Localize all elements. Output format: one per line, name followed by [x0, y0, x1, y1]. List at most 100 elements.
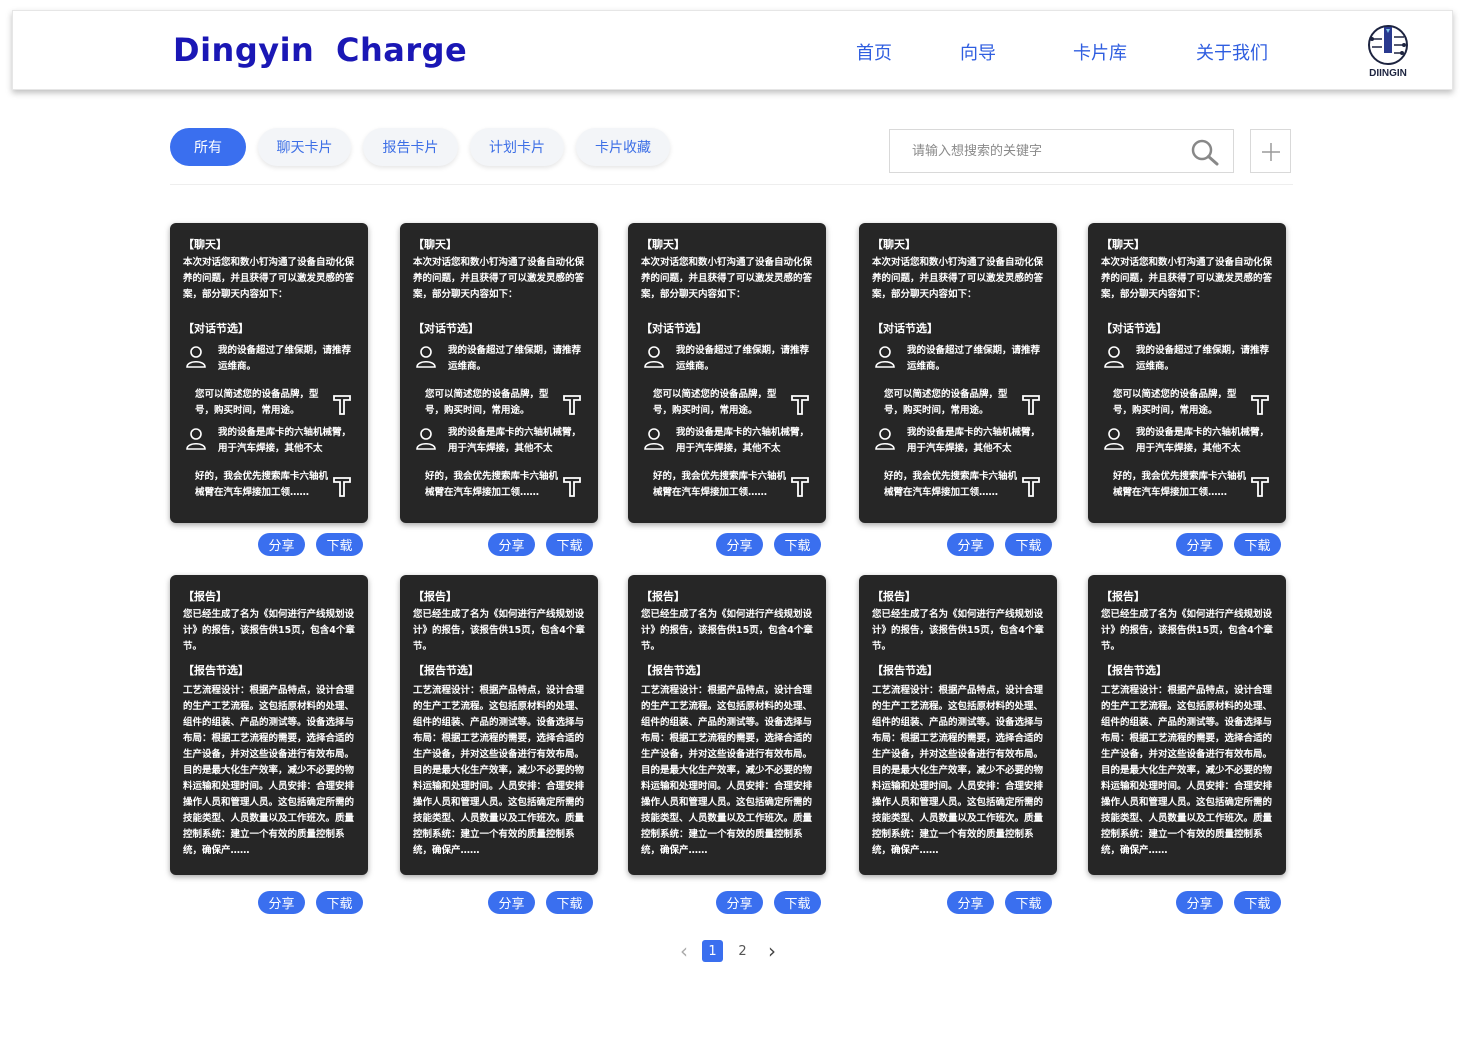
card-intro: 本次对话您和数小钉沟通了设备自动化保养的问题，并且获得了可以激发灵感的答案，部分…	[183, 257, 355, 300]
message-text: 我的设备是库卡的六轴机械臂，用于汽车焊接，其他不太	[676, 427, 810, 454]
card-intro: 本次对话您和数小钉沟通了设备自动化保养的问题，并且获得了可以激发灵感的答案，部分…	[413, 257, 585, 300]
card-section-title: 【报告节选】	[183, 664, 249, 677]
report-card-download-button[interactable]: 下载	[546, 891, 593, 914]
chat-message: 我的设备超过了维保期，请推荐运维商。	[641, 343, 814, 375]
card-tag: 【报告】	[1101, 590, 1145, 603]
search-box	[889, 129, 1234, 173]
filter-report-cards[interactable]: 报告卡片	[363, 128, 458, 166]
plus-icon	[1262, 143, 1280, 161]
card-section-title: 【对话节选】	[413, 322, 479, 335]
chat-message: 我的设备是库卡的六轴机械臂，用于汽车焊接，其他不太	[1101, 425, 1274, 457]
message-text: 我的设备是库卡的六轴机械臂，用于汽车焊接，其他不太	[218, 427, 352, 454]
report-card-download-button[interactable]: 下载	[1005, 891, 1052, 914]
chat-card-share-button[interactable]: 分享	[258, 533, 305, 556]
chat-message: 好的，我会优先搜索库卡六轴机械臂在汽车焊接加工领……	[183, 469, 356, 501]
filter-card-favorites[interactable]: 卡片收藏	[576, 128, 670, 166]
bot-icon	[333, 477, 351, 497]
page-1-button[interactable]: 1	[702, 940, 723, 962]
report-card[interactable]: 【报告】您已经生成了名为《如何进行产线规划设计》的报告，该报告供15页，包含4个…	[1088, 575, 1286, 875]
message-text: 我的设备超过了维保期，请推荐运维商。	[907, 345, 1041, 372]
card-tag: 【聊天】	[872, 238, 916, 251]
report-card-share-button[interactable]: 分享	[1176, 891, 1223, 914]
chat-message: 好的，我会优先搜索库卡六轴机械臂在汽车焊接加工领……	[413, 469, 586, 501]
user-icon	[416, 346, 436, 368]
bot-icon	[791, 477, 809, 497]
card-section-title: 【报告节选】	[641, 664, 707, 677]
svg-text:DIINGIN: DIINGIN	[1369, 68, 1407, 79]
chat-message: 好的，我会优先搜索库卡六轴机械臂在汽车焊接加工领……	[872, 469, 1045, 501]
next-page-button[interactable]: ›	[763, 939, 781, 963]
card-tag: 【聊天】	[641, 238, 685, 251]
chat-card-share-button[interactable]: 分享	[1176, 533, 1223, 556]
message-text: 您可以简述您的设备品牌，型号，购买时间，常用途。	[425, 389, 549, 416]
nav-about-us[interactable]: 关于我们	[1196, 39, 1268, 65]
company-logo[interactable]: DIINGIN	[1364, 23, 1412, 79]
report-card[interactable]: 【报告】 您已经生成了名为《如何进行产线规划设计》的报告，该报告供15页，包含4个…	[859, 575, 1057, 875]
report-card-share-button[interactable]: 分享	[716, 891, 763, 914]
report-card-download-button[interactable]: 下载	[774, 891, 821, 914]
report-card[interactable]: 【报告】 您已经生成了名为《如何进行产线规划设计》的报告，该报告供15页，包含4个…	[400, 575, 598, 875]
message-text: 我的设备是库卡的六轴机械臂，用于汽车焊接，其他不太	[448, 427, 582, 454]
search-icon[interactable]	[1190, 138, 1220, 166]
chat-card[interactable]: 【聊天】 本次对话您和数小钉沟通了设备自动化保养的问题，并且获得了可以激发灵感的答…	[170, 223, 368, 523]
filter-chat-cards[interactable]: 聊天卡片	[258, 128, 351, 166]
nav-guide[interactable]: 向导	[960, 39, 996, 65]
user-icon	[1104, 428, 1124, 450]
filter-all[interactable]: 所有	[170, 128, 246, 166]
search-input[interactable]	[890, 130, 1180, 172]
bot-icon	[563, 477, 581, 497]
user-icon	[875, 346, 895, 368]
chat-message: 您可以简述您的设备品牌，型号，购买时间，常用途。	[1101, 387, 1274, 419]
card-intro: 本次对话您和数小钉沟通了设备自动化保养的问题，并且获得了可以激发灵感的答案，部分…	[872, 257, 1044, 300]
report-card-share-button[interactable]: 分享	[947, 891, 994, 914]
report-card-download-button[interactable]: 下载	[1234, 891, 1281, 914]
card-intro: 您已经生成了名为《如何进行产线规划设计》的报告，该报告供15页，包含4个章节。	[1101, 609, 1273, 652]
bot-icon	[791, 395, 809, 415]
chat-message: 我的设备超过了维保期，请推荐运维商。	[413, 343, 586, 375]
report-card-share-button[interactable]: 分享	[258, 891, 305, 914]
chat-message: 好的，我会优先搜索库卡六轴机械臂在汽车焊接加工领……	[1101, 469, 1274, 501]
nav-card-library[interactable]: 卡片库	[1073, 39, 1127, 65]
chat-card-download-button[interactable]: 下载	[1234, 533, 1281, 556]
message-text: 好的，我会优先搜索库卡六轴机械臂在汽车焊接加工领……	[425, 471, 559, 498]
bot-icon	[1022, 395, 1040, 415]
user-icon	[186, 346, 206, 368]
card-tag: 【报告】	[872, 590, 916, 603]
chat-card-share-button[interactable]: 分享	[716, 533, 763, 556]
message-text: 好的，我会优先搜索库卡六轴机械臂在汽车焊接加工领……	[1113, 471, 1247, 498]
card-section-title: 【报告节选】	[872, 664, 938, 677]
message-text: 我的设备超过了维保期，请推荐运维商。	[218, 345, 352, 372]
report-card-download-button[interactable]: 下载	[316, 891, 363, 914]
message-text: 好的，我会优先搜索库卡六轴机械臂在汽车焊接加工领……	[653, 471, 787, 498]
chat-card-download-button[interactable]: 下载	[546, 533, 593, 556]
report-card-share-button[interactable]: 分享	[488, 891, 535, 914]
user-icon	[416, 428, 436, 450]
user-icon	[875, 428, 895, 450]
nav-home[interactable]: 首页	[856, 39, 892, 65]
chat-card[interactable]: 【聊天】 本次对话您和数小钉沟通了设备自动化保养的问题，并且获得了可以激发灵感的答…	[400, 223, 598, 523]
chat-card-download-button[interactable]: 下载	[1005, 533, 1052, 556]
chat-card-share-button[interactable]: 分享	[947, 533, 994, 556]
bot-icon	[563, 395, 581, 415]
chat-card-download-button[interactable]: 下载	[774, 533, 821, 556]
user-icon	[644, 346, 664, 368]
card-tag: 【报告】	[183, 590, 227, 603]
filter-plan-cards[interactable]: 计划卡片	[470, 128, 564, 166]
message-text: 您可以简述您的设备品牌，型号，购买时间，常用途。	[884, 389, 1008, 416]
chat-card[interactable]: 【聊天】 本次对话您和数小钉沟通了设备自动化保养的问题，并且获得了可以激发灵感的答…	[1088, 223, 1286, 523]
chat-card-share-button[interactable]: 分享	[488, 533, 535, 556]
brand-title[interactable]: Dingyin Charge	[173, 31, 467, 69]
card-intro: 您已经生成了名为《如何进行产线规划设计》的报告，该报告供15页，包含4个章节。	[413, 609, 585, 652]
card-intro: 您已经生成了名为《如何进行产线规划设计》的报告，该报告供15页，包含4个章节。	[641, 609, 813, 652]
chat-card[interactable]: 【聊天】本次对话您和数小钉沟通了设备自动化保养的问题，并且获得了可以激发灵感的答…	[859, 223, 1057, 523]
add-card-button[interactable]	[1250, 129, 1291, 173]
report-excerpt: 工艺流程设计：根据产品特点，设计合理的生产工艺流程。这包括原材料的处理、组件的组…	[413, 685, 585, 856]
page-2-button[interactable]: 2	[732, 940, 753, 962]
report-card[interactable]: 【报告】 您已经生成了名为《如何进行产线规划设计》的报告，该报告供15页，包含4个…	[170, 575, 368, 875]
card-section-title: 【报告节选】	[1101, 664, 1167, 677]
chat-card[interactable]: 【聊天】 本次对话您和数小钉沟通了设备自动化保养的问题，并且获得了可以激发灵感的答…	[628, 223, 826, 523]
report-card[interactable]: 【报告】 您已经生成了名为《如何进行产线规划设计》的报告，该报告供15页，包含4个…	[628, 575, 826, 875]
chat-message: 我的设备是库卡的六轴机械臂，用于汽车焊接，其他不太	[183, 425, 356, 457]
prev-page-button[interactable]: ‹	[675, 939, 693, 963]
chat-card-download-button[interactable]: 下载	[316, 533, 363, 556]
